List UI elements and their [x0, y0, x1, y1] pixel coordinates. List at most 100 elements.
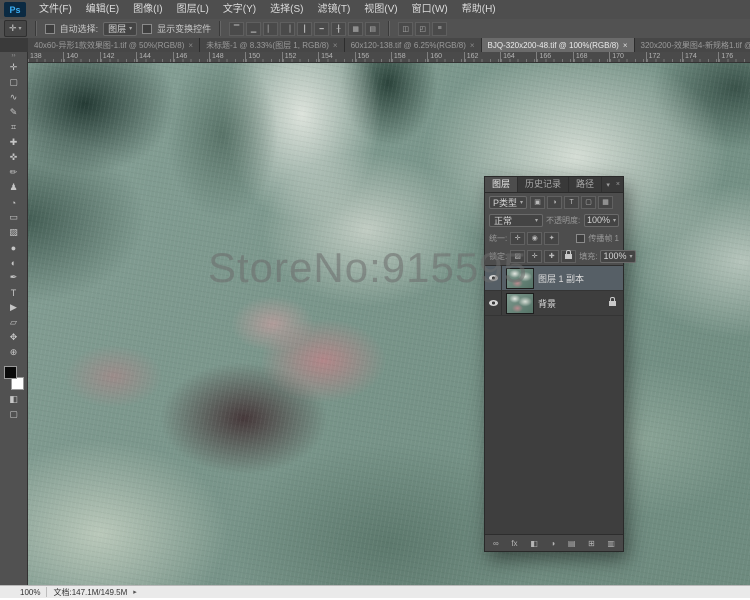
- filter-icon[interactable]: ◑: [547, 195, 563, 209]
- auto-select-target-dropdown[interactable]: 图层 ▾: [103, 21, 138, 36]
- document-tab[interactable]: 40x60-异形1款效果图-1.tif @ 50%(RGB/8) ×: [28, 38, 201, 52]
- blend-mode-dropdown[interactable]: 正常 ▾: [489, 213, 543, 227]
- lock-option-icon[interactable]: ✛: [527, 249, 543, 263]
- fill-dropdown[interactable]: 100% ▾: [600, 249, 636, 263]
- align-icon[interactable]: ▕: [280, 21, 296, 36]
- menu-item[interactable]: 选择(S): [263, 0, 310, 19]
- options-extra-icon[interactable]: ◰: [415, 21, 431, 36]
- menu-item[interactable]: 窗口(W): [405, 0, 455, 19]
- new-layer-button[interactable]: ⊞: [588, 539, 595, 548]
- menu-item[interactable]: 文件(F): [32, 0, 79, 19]
- filter-icon[interactable]: ▢: [581, 195, 597, 209]
- layers-list: 图层 1 副本 背景: [485, 265, 623, 534]
- quick-mask-button[interactable]: ◧: [2, 392, 25, 407]
- screen-mode-button[interactable]: ▢: [2, 407, 25, 422]
- document-canvas[interactable]: [27, 62, 750, 586]
- filter-icon[interactable]: ▦: [598, 195, 614, 209]
- layer-style-button[interactable]: fx: [511, 539, 517, 548]
- toolbar-collapse-icon[interactable]: ››: [12, 52, 16, 60]
- filter-icon[interactable]: ▣: [530, 195, 546, 209]
- show-transform-checkbox[interactable]: [142, 23, 153, 34]
- tab-close-icon[interactable]: ×: [188, 41, 193, 50]
- propagate-frame-checkbox[interactable]: [576, 233, 586, 243]
- visibility-toggle[interactable]: [485, 291, 502, 315]
- history-brush-tool[interactable]: ◔: [2, 195, 25, 210]
- options-extra-icon[interactable]: ≡: [432, 21, 448, 36]
- menu-item[interactable]: 视图(V): [357, 0, 404, 19]
- panel-tab[interactable]: 路径: [569, 177, 603, 192]
- document-tab[interactable]: 60x120-138.tif @ 6.25%(RGB/8) ×: [344, 38, 482, 52]
- shape-tool[interactable]: ▱: [2, 315, 25, 330]
- align-icon[interactable]: ┃: [297, 21, 313, 36]
- quick-select-tool[interactable]: ✎: [2, 105, 25, 120]
- filter-kind-dropdown[interactable]: P类型 ▾: [489, 195, 528, 209]
- tab-close-icon[interactable]: ×: [333, 41, 338, 50]
- tab-close-icon[interactable]: ×: [623, 41, 628, 50]
- tab-label: BJQ-320x200-48.tif @ 100%(RGB/8): [487, 40, 619, 50]
- status-arrow-icon[interactable]: ▸: [133, 588, 137, 596]
- eraser-tool[interactable]: ▭: [2, 210, 25, 225]
- move-tool[interactable]: ✛: [2, 60, 25, 75]
- pen-tool[interactable]: ✒: [2, 270, 25, 285]
- gradient-tool[interactable]: ▨: [2, 225, 25, 240]
- align-icon[interactable]: ▔: [229, 21, 245, 36]
- eyedropper-tool[interactable]: ✚: [2, 135, 25, 150]
- foreground-color-swatch[interactable]: [3, 366, 17, 379]
- menu-item[interactable]: 图像(I): [126, 0, 169, 19]
- path-select-tool[interactable]: ▶: [2, 300, 25, 315]
- filter-icon[interactable]: T: [564, 195, 580, 209]
- type-tool[interactable]: T: [2, 285, 25, 300]
- layer-mask-button[interactable]: ◧: [530, 539, 538, 548]
- dodge-tool[interactable]: ◐: [2, 255, 25, 270]
- document-tab[interactable]: 320x200-效果图4-新规格1.tif @ 50%×: [634, 38, 750, 52]
- tab-close-icon[interactable]: ×: [470, 41, 475, 50]
- blur-tool[interactable]: ●: [2, 240, 25, 255]
- unify-icon[interactable]: ✦: [544, 231, 560, 245]
- menu-item[interactable]: 编辑(E): [79, 0, 126, 19]
- unify-icon[interactable]: ◉: [527, 231, 543, 245]
- align-icon[interactable]: ▦: [348, 21, 364, 36]
- layer-group-button[interactable]: ▤: [568, 539, 576, 548]
- opacity-dropdown[interactable]: 100% ▾: [583, 213, 619, 227]
- clone-stamp-tool[interactable]: ♟: [2, 180, 25, 195]
- lock-option-icon[interactable]: ✚: [544, 249, 560, 263]
- menu-item[interactable]: 文字(Y): [216, 0, 263, 19]
- layer-row[interactable]: 背景: [485, 291, 623, 316]
- unify-icon[interactable]: ✛: [510, 231, 526, 245]
- align-icon[interactable]: ▏: [263, 21, 279, 36]
- menu-item[interactable]: 滤镜(T): [311, 0, 358, 19]
- unify-icons: ✛ ◉ ✦: [510, 231, 560, 245]
- panel-tab[interactable]: 历史记录: [518, 177, 570, 192]
- hand-tool[interactable]: ✥: [2, 330, 25, 345]
- tool-preset-button[interactable]: ✛ ▾: [4, 20, 27, 37]
- panel-menu-icon[interactable]: ▾: [603, 181, 613, 189]
- delete-layer-button[interactable]: ▥: [607, 539, 615, 548]
- align-icon[interactable]: ━: [314, 21, 330, 36]
- options-extra-icon[interactable]: ◫: [398, 21, 414, 36]
- marquee-tool[interactable]: ▢: [2, 75, 25, 90]
- document-tab[interactable]: BJQ-320x200-48.tif @ 100%(RGB/8) ×: [481, 38, 635, 52]
- menu-item[interactable]: 图层(L): [170, 0, 216, 19]
- brush-tool[interactable]: ✏: [2, 165, 25, 180]
- panel-tab[interactable]: 图层: [485, 177, 519, 192]
- crop-tool[interactable]: ⌗: [2, 120, 25, 135]
- align-icon[interactable]: ╂: [331, 21, 347, 36]
- auto-select-checkbox[interactable]: [44, 23, 55, 34]
- zoom-level-field[interactable]: 100%: [20, 588, 40, 597]
- link-layers-button[interactable]: ∞: [493, 539, 499, 548]
- healing-brush-tool[interactable]: ✜: [2, 150, 25, 165]
- lock-all-icon[interactable]: [561, 249, 577, 263]
- adjustment-layer-button[interactable]: ◑: [550, 539, 555, 548]
- lasso-tool[interactable]: ∿: [2, 90, 25, 105]
- zoom-tool[interactable]: ⊕: [2, 345, 25, 360]
- color-swatches[interactable]: [3, 366, 25, 390]
- align-icon[interactable]: ▁: [246, 21, 262, 36]
- panel-titlebar[interactable]: 图层 历史记录 路径 ▾ ×: [485, 177, 623, 193]
- align-icon[interactable]: ▤: [365, 21, 381, 36]
- panel-close-icon[interactable]: ×: [613, 181, 623, 188]
- opacity-value: 100%: [586, 215, 610, 225]
- document-tab[interactable]: 未标题-1 @ 8.33%(图层 1, RGB/8) ×: [200, 38, 345, 52]
- menu-item[interactable]: 帮助(H): [455, 0, 503, 19]
- options-bar: ✛ ▾ 自动选择: 图层 ▾ 显示变换控件 ▔ ▁ ▏ ▕ ┃ ━ ╂ ▦ ▤ ◫ ◰ ≡: [0, 19, 750, 39]
- fill-value: 100%: [603, 251, 627, 261]
